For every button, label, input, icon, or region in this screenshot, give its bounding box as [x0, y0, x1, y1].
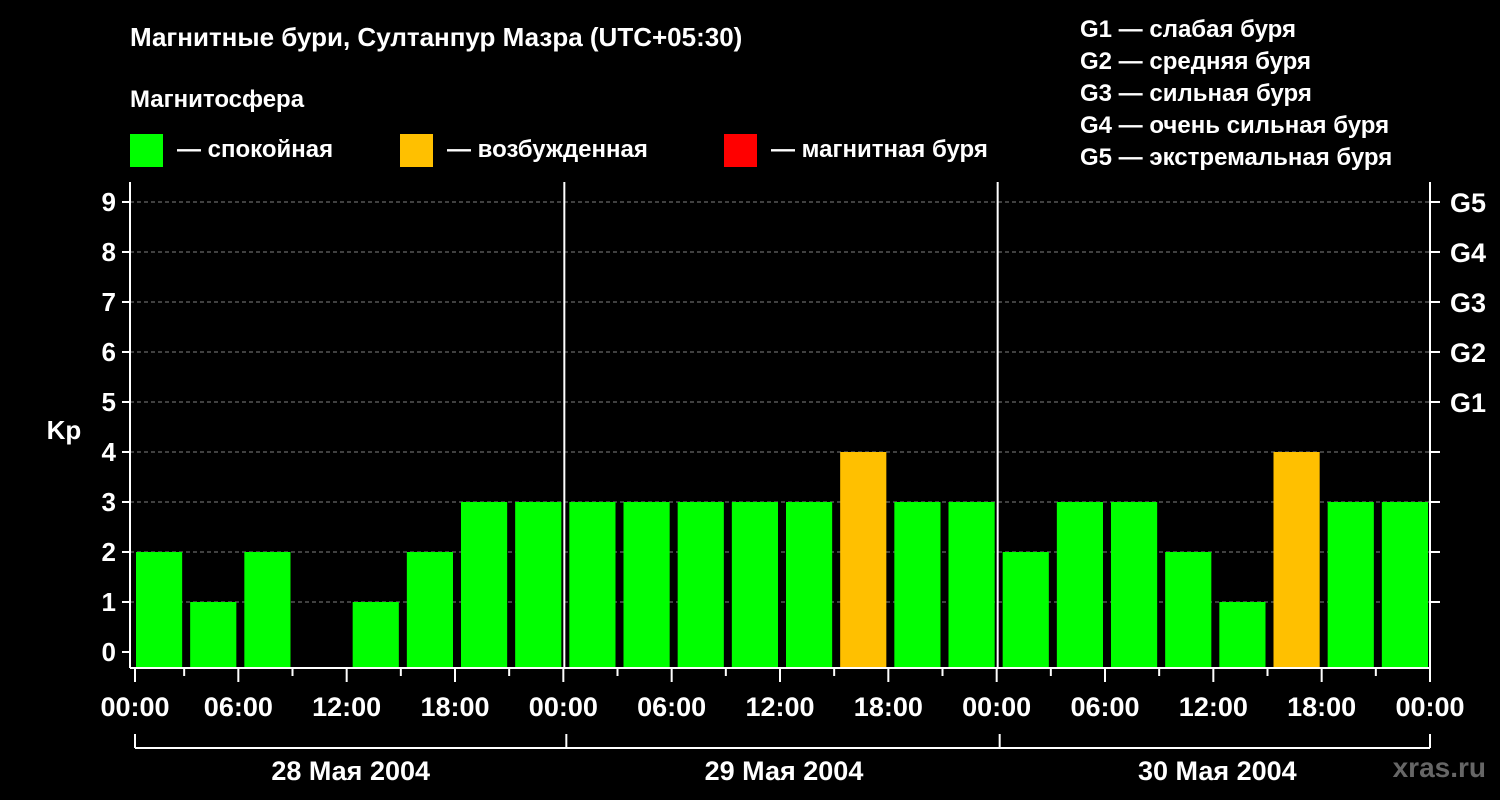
x-tick-label: 18:00 — [420, 692, 489, 722]
y-tick-label: 9 — [102, 187, 116, 217]
day-label: 29 Мая 2004 — [705, 756, 864, 786]
g-level-label: G4 — [1450, 238, 1486, 268]
x-tick-label: 06:00 — [204, 692, 273, 722]
kp-bar — [244, 552, 291, 668]
y-tick-label: 6 — [102, 337, 116, 367]
kp-bar — [1111, 502, 1158, 668]
kp-bar — [1273, 452, 1320, 668]
kp-bar — [1219, 602, 1266, 668]
y-tick-label: 0 — [102, 637, 116, 667]
x-tick-label: 00:00 — [529, 692, 598, 722]
kp-bar — [1165, 552, 1212, 668]
y-tick-label: 3 — [102, 487, 116, 517]
kp-bar — [1002, 552, 1049, 668]
kp-bar — [1381, 502, 1428, 668]
y-axis-label: Kp — [47, 415, 82, 445]
y-tick-label: 2 — [102, 537, 116, 567]
kp-bar — [731, 502, 778, 668]
kp-bar — [894, 502, 941, 668]
kp-bar — [406, 552, 453, 668]
x-tick-label: 12:00 — [1179, 692, 1248, 722]
kp-bar — [461, 502, 508, 668]
x-tick-label: 18:00 — [854, 692, 923, 722]
kp-bar — [677, 502, 724, 668]
kp-bar — [569, 502, 616, 668]
x-tick-label: 00:00 — [962, 692, 1031, 722]
g-level-label: G2 — [1450, 338, 1486, 368]
kp-bar — [190, 602, 237, 668]
watermark: xras.ru — [1392, 752, 1486, 783]
kp-bar — [840, 452, 887, 668]
x-tick-label: 06:00 — [637, 692, 706, 722]
kp-chart: 0 1 2 3 4 5 6 7 8 9 Kp G1 G2 G3 G4 G5 00:00 06:00 12:00 18:… — [47, 182, 1486, 786]
kp-bar — [1327, 502, 1374, 668]
x-tick-label: 12:00 — [745, 692, 814, 722]
x-tick-label: 00:00 — [100, 692, 169, 722]
kp-bar — [948, 502, 995, 668]
y-tick-label: 7 — [102, 287, 116, 317]
day-label: 30 Мая 2004 — [1138, 756, 1297, 786]
g-level-label: G5 — [1450, 188, 1486, 218]
g-level-label: G1 — [1450, 388, 1486, 418]
x-tick-label: 18:00 — [1287, 692, 1356, 722]
y-tick-label: 4 — [102, 437, 117, 467]
kp-bar — [1056, 502, 1103, 668]
x-tick-label: 00:00 — [1395, 692, 1464, 722]
kp-bar — [136, 552, 183, 668]
x-tick-label: 06:00 — [1070, 692, 1139, 722]
day-label: 28 Мая 2004 — [271, 756, 430, 786]
kp-bar — [623, 502, 670, 668]
y-tick-label: 5 — [102, 387, 116, 417]
y-tick-label: 1 — [102, 587, 116, 617]
kp-bar — [515, 502, 562, 668]
y-tick-label: 8 — [102, 237, 116, 267]
g-level-label: G3 — [1450, 288, 1486, 318]
kp-bar — [352, 602, 399, 668]
x-tick-label: 12:00 — [312, 692, 381, 722]
kp-bar — [786, 502, 833, 668]
